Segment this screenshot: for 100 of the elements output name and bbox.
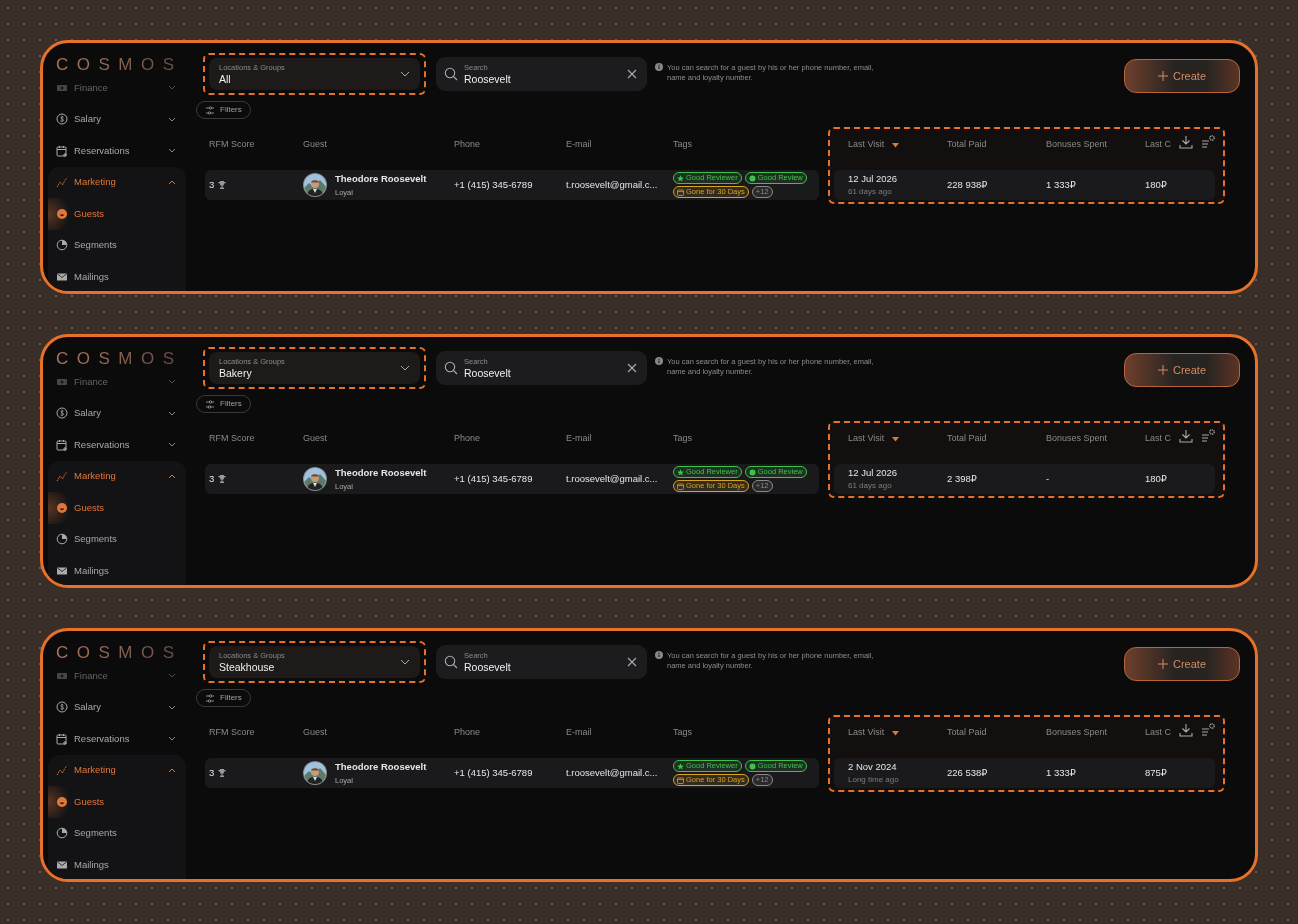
guest-name[interactable]: Theodore Roosevelt	[335, 466, 427, 481]
sort-down-icon[interactable]	[892, 436, 900, 442]
table-cell-text: 1 333₽	[1046, 765, 1076, 780]
table-cell-text: +1 (415) 345-6789	[454, 765, 533, 780]
sort-down-icon[interactable]	[892, 142, 900, 148]
search-icon	[444, 655, 458, 669]
create-button[interactable]: Create	[1124, 59, 1240, 93]
star-icon	[677, 468, 684, 476]
smiley-icon	[56, 207, 68, 220]
nav-item[interactable]: Marketing	[48, 460, 186, 492]
table-row[interactable]: 2 Nov 2024 Long time ago 226 538₽ 1 333₽ 875₽	[834, 758, 1215, 788]
column-settings-icon[interactable]	[1201, 723, 1215, 737]
nav-item[interactable]: Mailings	[48, 849, 186, 879]
table-cell-text: 875₽	[1145, 765, 1167, 780]
column-header[interactable]: Last Visit	[848, 726, 947, 740]
download-icon[interactable]	[1179, 135, 1193, 149]
visit-ago: 61 days ago	[848, 186, 893, 199]
nav-item[interactable]: Salary	[48, 397, 186, 429]
column-header: Guest	[303, 432, 328, 446]
guest-name[interactable]: Theodore Roosevelt	[335, 760, 427, 775]
trend-line-icon	[56, 470, 68, 483]
table-cell-text: 2 398₽	[947, 471, 977, 486]
column-header: Guest	[303, 138, 328, 152]
column-header[interactable]: Last C	[1145, 138, 1185, 152]
column-header[interactable]: Total Paid	[947, 726, 1046, 740]
plus-icon	[1158, 659, 1168, 669]
column-header: Tags	[673, 726, 693, 740]
trend-line-icon	[56, 176, 68, 189]
table-cell-text: +1 (415) 345-6789	[454, 471, 533, 486]
create-button[interactable]: Create	[1124, 647, 1240, 681]
column-header: E-mail	[566, 432, 593, 446]
table-cell-text: 3	[209, 765, 215, 780]
dollar-circle-icon	[56, 407, 68, 420]
column-header[interactable]: Total Paid	[947, 432, 1046, 446]
table-row[interactable]: 12 Jul 2026 61 days ago 2 398₽ - 180₽	[834, 464, 1215, 494]
close-icon[interactable]	[627, 363, 637, 373]
nav-item[interactable]: Reservations	[48, 429, 186, 461]
info-icon	[655, 357, 663, 365]
table-cell-text: t.roosevelt@gmail.c...	[566, 177, 658, 192]
search-icon	[444, 361, 458, 375]
column-header: RFM Score	[208, 726, 256, 740]
download-icon[interactable]	[1179, 429, 1193, 443]
table-cell-text: 180₽	[1145, 471, 1167, 486]
pie-chart-icon	[56, 239, 68, 252]
column-header[interactable]: Last Visit	[848, 138, 947, 152]
calendar-icon	[677, 188, 684, 196]
table-cell-text: 1 333₽	[1046, 177, 1076, 192]
envelope-icon	[56, 564, 68, 577]
nav-item[interactable]: Salary	[48, 691, 186, 723]
column-header[interactable]: Last C	[1145, 432, 1185, 446]
calendar-plus-icon	[56, 438, 68, 451]
dot-icon	[748, 468, 756, 476]
table-cell-text: t.roosevelt@gmail.c...	[566, 765, 658, 780]
column-settings-icon[interactable]	[1201, 429, 1215, 443]
chevron-down-icon	[400, 365, 410, 371]
column-header: Tags	[673, 432, 693, 446]
sliders-icon	[205, 399, 215, 409]
download-icon[interactable]	[1179, 723, 1193, 737]
nav-item[interactable]: Mailings	[48, 555, 186, 585]
column-settings-icon[interactable]	[1201, 135, 1215, 149]
nav-item[interactable]: Marketing	[48, 166, 186, 198]
visit-date: 12 Jul 2026	[848, 465, 898, 480]
column-header[interactable]: Bonuses Spent	[1046, 138, 1145, 152]
sort-down-icon[interactable]	[892, 730, 900, 736]
nav-item[interactable]: Reservations	[48, 723, 186, 755]
column-header[interactable]: Last C	[1145, 726, 1185, 740]
column-header[interactable]: Bonuses Spent	[1046, 432, 1145, 446]
table-cell-text: 3	[209, 177, 215, 192]
smiley-icon	[56, 795, 68, 808]
column-header[interactable]: Total Paid	[947, 138, 1046, 152]
calendar-icon	[677, 776, 684, 784]
table-cell-text: t.roosevelt@gmail.c...	[566, 471, 658, 486]
table-row[interactable]: 12 Jul 2026 61 days ago 228 938₽ 1 333₽ 180₽	[834, 170, 1215, 200]
table-cell-text: +1 (415) 345-6789	[454, 177, 533, 192]
trophy-icon	[218, 769, 227, 777]
plus-icon	[1158, 365, 1168, 375]
nav-item[interactable]: Segments	[48, 817, 186, 849]
column-header: RFM Score	[208, 138, 256, 152]
column-header: Phone	[454, 138, 482, 152]
column-header: E-mail	[566, 726, 593, 740]
column-header: Phone	[454, 726, 482, 740]
chevron-down-icon	[400, 71, 410, 77]
star-icon	[677, 174, 684, 182]
table-cell-text: 3	[209, 471, 215, 486]
nav-item[interactable]: Salary	[48, 103, 186, 135]
nav-item[interactable]: Segments	[48, 523, 186, 555]
nav-item[interactable]: Marketing	[48, 754, 186, 786]
calendar-plus-icon	[56, 732, 68, 745]
nav-item[interactable]: Reservations	[48, 135, 186, 167]
plus-icon	[1158, 71, 1168, 81]
column-header[interactable]: Last Visit	[848, 432, 947, 446]
nav-item[interactable]: Mailings	[48, 261, 186, 291]
close-icon[interactable]	[627, 657, 637, 667]
guest-name[interactable]: Theodore Roosevelt	[335, 172, 427, 187]
column-header: Phone	[454, 432, 482, 446]
column-header[interactable]: Bonuses Spent	[1046, 726, 1145, 740]
info-icon	[655, 63, 663, 71]
create-button[interactable]: Create	[1124, 353, 1240, 387]
nav-item[interactable]: Segments	[48, 229, 186, 261]
close-icon[interactable]	[627, 69, 637, 79]
